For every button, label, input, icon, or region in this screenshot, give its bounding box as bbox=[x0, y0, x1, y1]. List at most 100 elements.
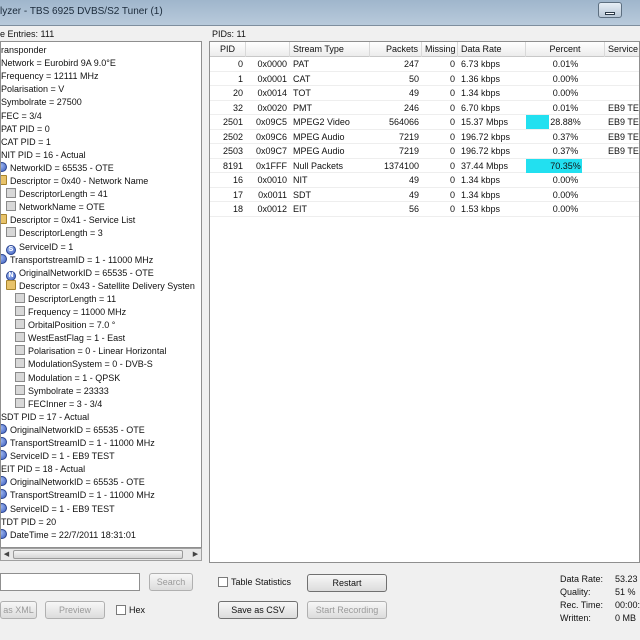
restart-button[interactable]: Restart bbox=[307, 574, 387, 592]
table-row[interactable]: 8191 0x1FFF Null Packets 1374100 0 37.44 Mbps… bbox=[210, 158, 639, 173]
scrollbar-thumb[interactable] bbox=[13, 550, 183, 559]
tree-node[interactable]: ServiceID = 1 - EB9 TEST bbox=[1, 450, 115, 463]
tree-node[interactable]: Descriptor = 0x43 - Satellite Delivery S… bbox=[6, 279, 195, 293]
tree-node[interactable]: DescriptorLength = 3 bbox=[6, 227, 103, 240]
table-row[interactable]: 18 0x0012 EIT 56 0 1.53 kbps 0.00% bbox=[210, 202, 639, 217]
search-button[interactable]: Search bbox=[149, 573, 193, 591]
tree-horizontal-scrollbar[interactable]: ◀ ▶ bbox=[0, 548, 202, 561]
table-row[interactable]: 2501 0x09C5 MPEG2 Video 564066 0 15.37 Mbps 28… bbox=[210, 115, 639, 130]
cell-rate: 1.34 kbps bbox=[461, 189, 501, 200]
column-header[interactable]: Packets bbox=[370, 42, 422, 57]
minimize-button[interactable] bbox=[598, 2, 622, 18]
tree-node[interactable]: NIT PID = 16 - Actual bbox=[1, 149, 86, 162]
tree-node[interactable]: OrbitalPosition = 7.0 ° bbox=[15, 319, 115, 332]
table-row[interactable]: 16 0x0010 NIT 49 0 1.34 kbps 0.00% bbox=[210, 173, 639, 188]
property-icon bbox=[6, 227, 16, 238]
tree-node[interactable]: Polarisation = V bbox=[1, 83, 64, 96]
tree-node[interactable]: Modulation = 1 - QPSK bbox=[15, 371, 120, 385]
cell-service bbox=[605, 57, 639, 71]
cell-type: MPEG2 Video bbox=[293, 117, 350, 127]
column-header[interactable]: Stream Type bbox=[290, 42, 370, 57]
tree-node-label: ModulationSystem = 0 - DVB-S bbox=[28, 359, 153, 370]
tree-node[interactable]: TransportStreamID = 1 - 11000 MHz bbox=[1, 489, 155, 502]
cell-pct: 0.37% bbox=[552, 146, 579, 156]
tree-node-label: DescriptorLength = 3 bbox=[19, 228, 103, 239]
column-header[interactable]: PID bbox=[210, 42, 246, 57]
tree-node[interactable]: SDT PID = 17 - Actual bbox=[1, 411, 89, 424]
cell-service: EB9 TE bbox=[608, 102, 639, 113]
column-header[interactable]: Service bbox=[605, 42, 639, 57]
property-icon bbox=[15, 397, 25, 408]
column-header[interactable]: Missing bbox=[422, 42, 458, 57]
tree-node[interactable]: DescriptorLength = 11 bbox=[15, 292, 116, 306]
table-row[interactable]: 2503 0x09C7 MPEG Audio 7219 0 196.72 kbps 0.37… bbox=[210, 144, 639, 159]
node-icon bbox=[1, 476, 7, 487]
hex-checkbox[interactable] bbox=[116, 605, 126, 615]
tree-node[interactable]: OriginalNetworkID = 65535 - OTE bbox=[1, 476, 145, 489]
table-statistics-checkbox[interactable] bbox=[218, 577, 228, 587]
rec-time-value: 00:00: bbox=[615, 600, 640, 610]
tree-node[interactable]: Frequency = 12111 MHz bbox=[1, 70, 98, 83]
tree-node[interactable]: NetworkID = 65535 - OTE bbox=[1, 161, 114, 175]
cell-rate: 196.72 kbps bbox=[461, 131, 511, 142]
tree-node[interactable]: ServiceID = 1 - EB9 TEST bbox=[1, 502, 115, 516]
tree-node-label: ransponder bbox=[1, 45, 47, 55]
tree-node[interactable]: OriginalNetworkID = 65535 - OTE bbox=[1, 423, 145, 437]
column-header[interactable]: Data Rate bbox=[458, 42, 526, 57]
tree-node[interactable]: PAT PID = 0 bbox=[1, 123, 50, 136]
start-recording-button[interactable]: Start Recording bbox=[307, 601, 387, 619]
table-row[interactable]: 17 0x0011 SDT 49 0 1.34 kbps 0.00% bbox=[210, 188, 639, 202]
tree-node[interactable]: TransportstreamID = 1 - 11000 MHz bbox=[1, 253, 153, 267]
tree-node[interactable]: Symbolrate = 27500 bbox=[1, 96, 82, 109]
export-xml-button[interactable]: as XML bbox=[0, 601, 37, 619]
tree-node[interactable]: Descriptor = 0x40 - Network Name bbox=[1, 175, 148, 188]
scroll-left-icon[interactable]: ◀ bbox=[1, 549, 12, 560]
cell-pid: 18 bbox=[232, 204, 243, 214]
tree-node[interactable]: DateTime = 22/7/2011 18:31:01 bbox=[1, 528, 136, 542]
tree-node[interactable]: WestEastFlag = 1 - East bbox=[15, 332, 125, 345]
tree-node[interactable]: Polarisation = 0 - Linear Horizontal bbox=[15, 345, 166, 358]
tree-node[interactable]: N OriginalNetworkID = 65535 - OTE bbox=[6, 267, 154, 281]
cell-pct: 0.37% bbox=[552, 131, 579, 142]
tree-node[interactable]: DescriptorLength = 41 bbox=[6, 188, 108, 201]
column-header[interactable]: Percent bbox=[526, 42, 605, 57]
scroll-right-icon[interactable]: ▶ bbox=[190, 549, 201, 560]
tree-node[interactable]: ModulationSystem = 0 - DVB-S bbox=[15, 358, 153, 371]
tree-node[interactable]: FECInner = 3 - 3/4 bbox=[15, 397, 102, 411]
tree-node[interactable]: Frequency = 11000 MHz bbox=[15, 306, 126, 319]
tree-node-label: TDT PID = 20 bbox=[1, 516, 57, 527]
table-row[interactable]: 32 0x0020 PMT 246 0 6.70 kbps 0.01% EB9 TE bbox=[210, 101, 639, 115]
cell-packets: 564066 bbox=[388, 117, 419, 127]
tree-node-label: Descriptor = 0x43 - Satellite Delivery S… bbox=[19, 280, 195, 291]
table-row[interactable]: 20 0x0014 TOT 49 0 1.34 kbps 0.00% bbox=[210, 86, 639, 101]
table-row[interactable]: 0 0x0000 PAT 247 0 6.73 kbps 0.01% bbox=[210, 57, 639, 72]
tree-node[interactable]: Descriptor = 0x41 - Service List bbox=[1, 214, 136, 227]
tree-node[interactable]: TDT PID = 20 bbox=[1, 516, 56, 529]
tree-node[interactable]: NetworkName = OTE bbox=[6, 201, 105, 214]
tree-node[interactable]: EIT PID = 18 - Actual bbox=[1, 463, 85, 476]
tree-node[interactable]: CAT PID = 1 bbox=[1, 136, 51, 149]
tree-node-label: Descriptor = 0x41 - Service List bbox=[10, 215, 136, 226]
cell-missing: 0 bbox=[449, 204, 455, 214]
node-icon bbox=[1, 161, 7, 172]
tree-node[interactable]: Symbolrate = 23333 bbox=[15, 384, 109, 398]
transponder-tree[interactable]: ransponder Network = Eurobird 9A 9.0°E Fre… bbox=[0, 41, 202, 548]
search-input[interactable] bbox=[0, 573, 140, 591]
property-icon bbox=[15, 332, 25, 343]
table-row[interactable]: 2502 0x09C6 MPEG Audio 7219 0 196.72 kbps 0.37… bbox=[210, 130, 639, 144]
save-as-csv-button[interactable]: Save as CSV bbox=[218, 601, 298, 619]
cell-hex: 0x0014 bbox=[257, 88, 287, 98]
cell-type: MPEG Audio bbox=[293, 146, 345, 156]
tree-node-label: OriginalNetworkID = 65535 - OTE bbox=[19, 267, 154, 278]
tree-node[interactable]: S ServiceID = 1 bbox=[6, 241, 73, 255]
cell-missing: 0 bbox=[449, 102, 455, 113]
tree-node[interactable]: Network = Eurobird 9A 9.0°E bbox=[1, 57, 116, 70]
column-header[interactable] bbox=[246, 42, 290, 57]
tree-node[interactable]: FEC = 3/4 bbox=[1, 110, 42, 123]
tree-node[interactable]: TransportStreamID = 1 - 11000 MHz bbox=[1, 437, 155, 450]
property-icon bbox=[15, 306, 25, 316]
preview-button[interactable]: Preview bbox=[45, 601, 105, 619]
tree-node[interactable]: ransponder bbox=[1, 44, 47, 57]
table-row[interactable]: 1 0x0001 CAT 50 0 1.36 kbps 0.00% bbox=[210, 72, 639, 86]
pids-header: PIDs: 11 bbox=[212, 29, 246, 39]
